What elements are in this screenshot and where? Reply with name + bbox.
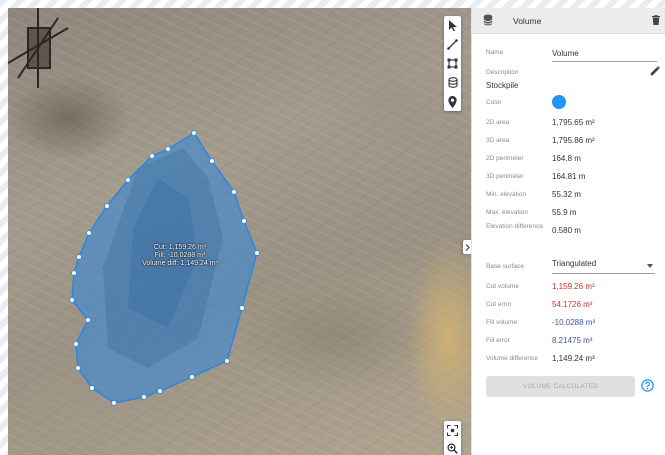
- polygon-vertex-handle[interactable]: [224, 358, 230, 364]
- polygon-vertex-handle[interactable]: [125, 177, 131, 183]
- polygon-diff-text: Volume diff: 1,149.24 m³: [142, 260, 218, 267]
- result-label: Fill error: [486, 337, 510, 344]
- polygon-vertex-handle[interactable]: [75, 365, 81, 371]
- metric-label: Elevation difference: [486, 223, 543, 230]
- collapse-panel-button[interactable]: [463, 240, 471, 254]
- polygon-vertex-handle[interactable]: [111, 400, 117, 406]
- metric-label: 3D perimeter: [486, 173, 524, 180]
- polygon-vertex-handle[interactable]: [191, 130, 197, 136]
- panel-header: Volume: [472, 8, 665, 34]
- metric-label: Min. elevation: [486, 191, 527, 198]
- metric-value: 55.32 m: [552, 190, 581, 199]
- result-label: Cut error: [486, 301, 512, 308]
- polygon-vertex-handle[interactable]: [86, 230, 92, 236]
- metric-label: 3D area: [486, 137, 510, 144]
- polygon-measure-label: Cut: 1,159.26 m³ Fill: -10.0288 m³ Volum…: [120, 244, 240, 268]
- metric-label: Max. elevation: [486, 209, 528, 216]
- polygon-vertex-handle[interactable]: [165, 146, 171, 152]
- polygon-vertex-handle[interactable]: [149, 153, 155, 159]
- polygon-vertex-handle[interactable]: [239, 305, 245, 311]
- polygon-vertex-handle[interactable]: [209, 158, 215, 164]
- polygon-fill-text: Fill: -10.0288 m³: [154, 252, 206, 259]
- app-frame: Cut: 1,159.26 m³ Fill: -10.0288 m³ Volum…: [8, 8, 665, 455]
- description-value: Stockpile: [486, 81, 519, 90]
- caret-down-icon: [647, 264, 653, 268]
- polygon-vertex-handle[interactable]: [69, 297, 75, 303]
- metric-value: 164.8 m: [552, 154, 581, 163]
- base-surface-select[interactable]: Triangulated: [552, 259, 655, 274]
- location-pin-icon: [448, 95, 457, 108]
- metric-value: 1,795.86 m²: [552, 136, 595, 145]
- name-input[interactable]: [552, 46, 657, 62]
- metric-value: 164.81 m: [552, 172, 586, 181]
- color-label: Color: [486, 99, 502, 106]
- polygon-vertex-handle[interactable]: [157, 388, 163, 394]
- zoom-search-button[interactable]: [444, 439, 461, 455]
- measure-volume-icon: [483, 14, 493, 26]
- polygon-vertex-handle[interactable]: [231, 189, 237, 195]
- base-surface-value: Triangulated: [552, 259, 597, 268]
- measure-line-button[interactable]: [444, 35, 461, 54]
- measure-volume-icon: [447, 77, 458, 88]
- result-label: Cut volume: [486, 283, 519, 290]
- zoom-search-icon: [447, 442, 458, 454]
- result-value: 1,149.24 m³: [552, 354, 595, 363]
- result-label: Volume difference: [486, 355, 538, 362]
- polygon-cut-text: Cut: 1,159.26 m³: [153, 244, 207, 251]
- trash-icon[interactable]: [652, 15, 660, 25]
- result-value: 8.21475 m³: [552, 336, 593, 345]
- measure-area-icon: [447, 58, 458, 69]
- measure-volume-button[interactable]: [444, 73, 461, 92]
- polygon-vertex-handle[interactable]: [189, 374, 195, 380]
- polygon-vertex-handle[interactable]: [141, 394, 147, 400]
- metric-label: 2D perimeter: [486, 155, 524, 162]
- plant-structure: [8, 8, 69, 88]
- measure-line-icon: [447, 39, 458, 50]
- polygon-vertex-handle[interactable]: [104, 203, 110, 209]
- location-pin-button[interactable]: [444, 92, 461, 111]
- metric-value: 0.580 m: [552, 226, 581, 235]
- polygon-vertex-handle[interactable]: [76, 254, 82, 260]
- measure-area-button[interactable]: [444, 54, 461, 73]
- result-label: Fill volume: [486, 319, 518, 326]
- result-value: 54.1726 m³: [552, 300, 593, 309]
- polygon-vertex-handle[interactable]: [85, 317, 91, 323]
- polygon-vertex-handle[interactable]: [241, 218, 247, 224]
- map-view[interactable]: Cut: 1,159.26 m³ Fill: -10.0288 m³ Volum…: [8, 8, 471, 455]
- zoom-controls: [444, 421, 461, 455]
- chevron-right-icon: [465, 243, 470, 251]
- measurement-panel: Volume Name Description Stockpile Color …: [471, 8, 665, 455]
- polygon-vertex-handle[interactable]: [89, 385, 95, 391]
- help-icon[interactable]: [641, 379, 654, 392]
- polygon-vertex-handle[interactable]: [254, 250, 260, 256]
- metric-value: 1,795.65 m²: [552, 118, 595, 127]
- name-label: Name: [486, 49, 504, 56]
- description-label: Description: [486, 69, 519, 76]
- zoom-fit-icon: [447, 424, 458, 436]
- map-toolbar: [444, 16, 461, 111]
- zoom-fit-button[interactable]: [444, 421, 461, 439]
- select-pointer-icon: [448, 20, 457, 31]
- pencil-icon[interactable]: [650, 66, 660, 76]
- volume-calculated-button[interactable]: VOLUME CALCULATED: [486, 376, 635, 397]
- metric-value: 55.9 m: [552, 208, 577, 217]
- select-tool-button[interactable]: [444, 16, 461, 35]
- polygon-vertex-handle[interactable]: [71, 270, 77, 276]
- result-value: 1,159.26 m³: [552, 282, 595, 291]
- base-surface-label: Base surface: [486, 263, 524, 270]
- panel-title: Volume: [513, 16, 542, 26]
- polygon-vertex-handle[interactable]: [73, 341, 79, 347]
- metric-label: 2D area: [486, 119, 510, 126]
- result-value: -10.0288 m³: [552, 318, 596, 327]
- color-swatch[interactable]: [552, 95, 566, 109]
- map-overlay: [8, 8, 260, 406]
